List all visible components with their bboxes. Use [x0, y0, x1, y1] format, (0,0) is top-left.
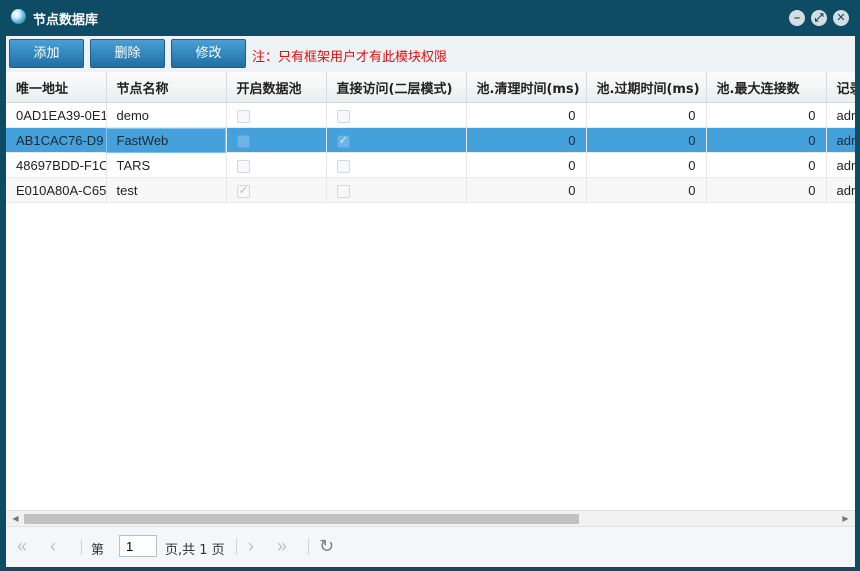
direct-access-checkbox[interactable]: [336, 133, 350, 148]
cell-clean-time[interactable]: 0: [466, 177, 587, 203]
column-header-direct-access[interactable]: 直接访问(二层模式): [326, 72, 467, 103]
scrollbar-thumb[interactable]: [24, 514, 579, 524]
page-total-label: 页,共 1 页: [165, 543, 225, 558]
column-header-max-connections[interactable]: 池.最大连接数: [706, 72, 827, 103]
first-page-icon[interactable]: «: [17, 536, 27, 556]
cell-clean-time[interactable]: 0: [466, 127, 587, 153]
cell-address[interactable]: AB1CAC76-D9: [6, 127, 107, 153]
pager-separator: [308, 539, 309, 555]
permission-notice: 注：只有框架用户才有此模块权限: [252, 50, 448, 65]
last-page-icon[interactable]: »: [277, 536, 287, 556]
globe-icon: [11, 9, 26, 24]
node-database-window: 节点数据库 – ⤢ ✕ 添加 删除 修改 注：只有框架用户才有此模块权限 唯一地…: [0, 0, 860, 571]
cell-name[interactable]: TARS: [106, 152, 227, 178]
cell-name[interactable]: demo: [106, 102, 227, 128]
grid-header: 唯一地址 节点名称 开启数据池 直接访问(二层模式) 池.清理时间(ms) 池.…: [6, 72, 855, 103]
cell-expire-time[interactable]: 0: [586, 177, 707, 203]
column-header-name[interactable]: 节点名称: [106, 72, 227, 103]
cell-address[interactable]: E010A80A-C65: [6, 177, 107, 203]
cell-expire-time[interactable]: 0: [586, 152, 707, 178]
add-button[interactable]: 添加: [9, 39, 84, 68]
next-page-icon[interactable]: ›: [248, 536, 254, 556]
pool-enabled-checkbox[interactable]: [236, 183, 250, 198]
cell-pool-enabled[interactable]: [226, 177, 327, 203]
table-row[interactable]: 0AD1EA39-0E1 demo 0 0 0 adm: [6, 102, 855, 128]
direct-access-checkbox[interactable]: [336, 159, 350, 173]
cell-max-connections[interactable]: 0: [706, 152, 827, 178]
cell-recorder[interactable]: adm: [826, 152, 855, 178]
close-icon[interactable]: ✕: [833, 10, 849, 26]
pager-separator: [81, 539, 82, 555]
scroll-right-icon[interactable]: ▶: [838, 511, 853, 526]
window-title: 节点数据库: [33, 13, 99, 28]
cell-name[interactable]: FastWeb: [106, 127, 227, 153]
cell-recorder[interactable]: adm: [826, 177, 855, 203]
cell-direct-access[interactable]: [326, 102, 467, 128]
window-body: 添加 删除 修改 注：只有框架用户才有此模块权限 唯一地址 节点名称 开启数据池…: [6, 36, 855, 567]
cell-max-connections[interactable]: 0: [706, 177, 827, 203]
cell-direct-access[interactable]: [326, 127, 467, 153]
direct-access-checkbox[interactable]: [336, 109, 350, 123]
cell-pool-enabled[interactable]: [226, 127, 327, 153]
refresh-icon[interactable]: ↻: [319, 536, 334, 556]
cell-recorder[interactable]: adm: [826, 102, 855, 128]
cell-pool-enabled[interactable]: [226, 102, 327, 128]
cell-address[interactable]: 0AD1EA39-0E1: [6, 102, 107, 128]
cell-expire-time[interactable]: 0: [586, 127, 707, 153]
table-row[interactable]: E010A80A-C65 test 0 0 0 adm: [6, 177, 855, 203]
cell-name[interactable]: test: [106, 177, 227, 203]
prev-page-icon[interactable]: ‹: [50, 536, 56, 556]
delete-button[interactable]: 删除: [90, 39, 165, 68]
pager-separator: [236, 539, 237, 555]
pool-enabled-checkbox[interactable]: [236, 109, 250, 123]
maximize-icon[interactable]: ⤢: [811, 10, 827, 26]
cell-max-connections[interactable]: 0: [706, 127, 827, 153]
toolbar: 添加 删除 修改 注：只有框架用户才有此模块权限: [6, 36, 855, 73]
node-grid: 唯一地址 节点名称 开启数据池 直接访问(二层模式) 池.清理时间(ms) 池.…: [6, 72, 855, 506]
cell-clean-time[interactable]: 0: [466, 152, 587, 178]
column-header-expire-time[interactable]: 池.过期时间(ms): [586, 72, 707, 103]
cell-address[interactable]: 48697BDD-F1C: [6, 152, 107, 178]
column-header-address[interactable]: 唯一地址: [6, 72, 107, 103]
titlebar[interactable]: 节点数据库 – ⤢ ✕: [0, 0, 860, 36]
cell-max-connections[interactable]: 0: [706, 102, 827, 128]
pool-enabled-checkbox[interactable]: [236, 134, 250, 148]
cell-direct-access[interactable]: [326, 152, 467, 178]
horizontal-scrollbar[interactable]: ◀ ▶: [6, 510, 855, 526]
pool-enabled-checkbox[interactable]: [236, 159, 250, 173]
cell-expire-time[interactable]: 0: [586, 102, 707, 128]
column-header-recorder[interactable]: 记录: [826, 72, 855, 103]
cell-recorder[interactable]: adm: [826, 127, 855, 153]
cell-direct-access[interactable]: [326, 177, 467, 203]
pagination-bar: « ‹ 第 页,共 1 页 › » ↻: [6, 526, 855, 567]
edit-button[interactable]: 修改: [171, 39, 246, 68]
cell-clean-time[interactable]: 0: [466, 102, 587, 128]
scroll-left-icon[interactable]: ◀: [8, 511, 23, 526]
cell-pool-enabled[interactable]: [226, 152, 327, 178]
table-row[interactable]: 48697BDD-F1C TARS 0 0 0 adm: [6, 152, 855, 178]
direct-access-checkbox[interactable]: [336, 184, 350, 198]
page-number-input[interactable]: [119, 535, 157, 557]
column-header-clean-time[interactable]: 池.清理时间(ms): [466, 72, 587, 103]
page-label: 第: [91, 543, 105, 558]
column-header-pool-enabled[interactable]: 开启数据池: [226, 72, 327, 103]
table-row-selected[interactable]: AB1CAC76-D9 FastWeb 0 0 0 adm: [6, 127, 855, 153]
minimize-icon[interactable]: –: [789, 10, 805, 26]
